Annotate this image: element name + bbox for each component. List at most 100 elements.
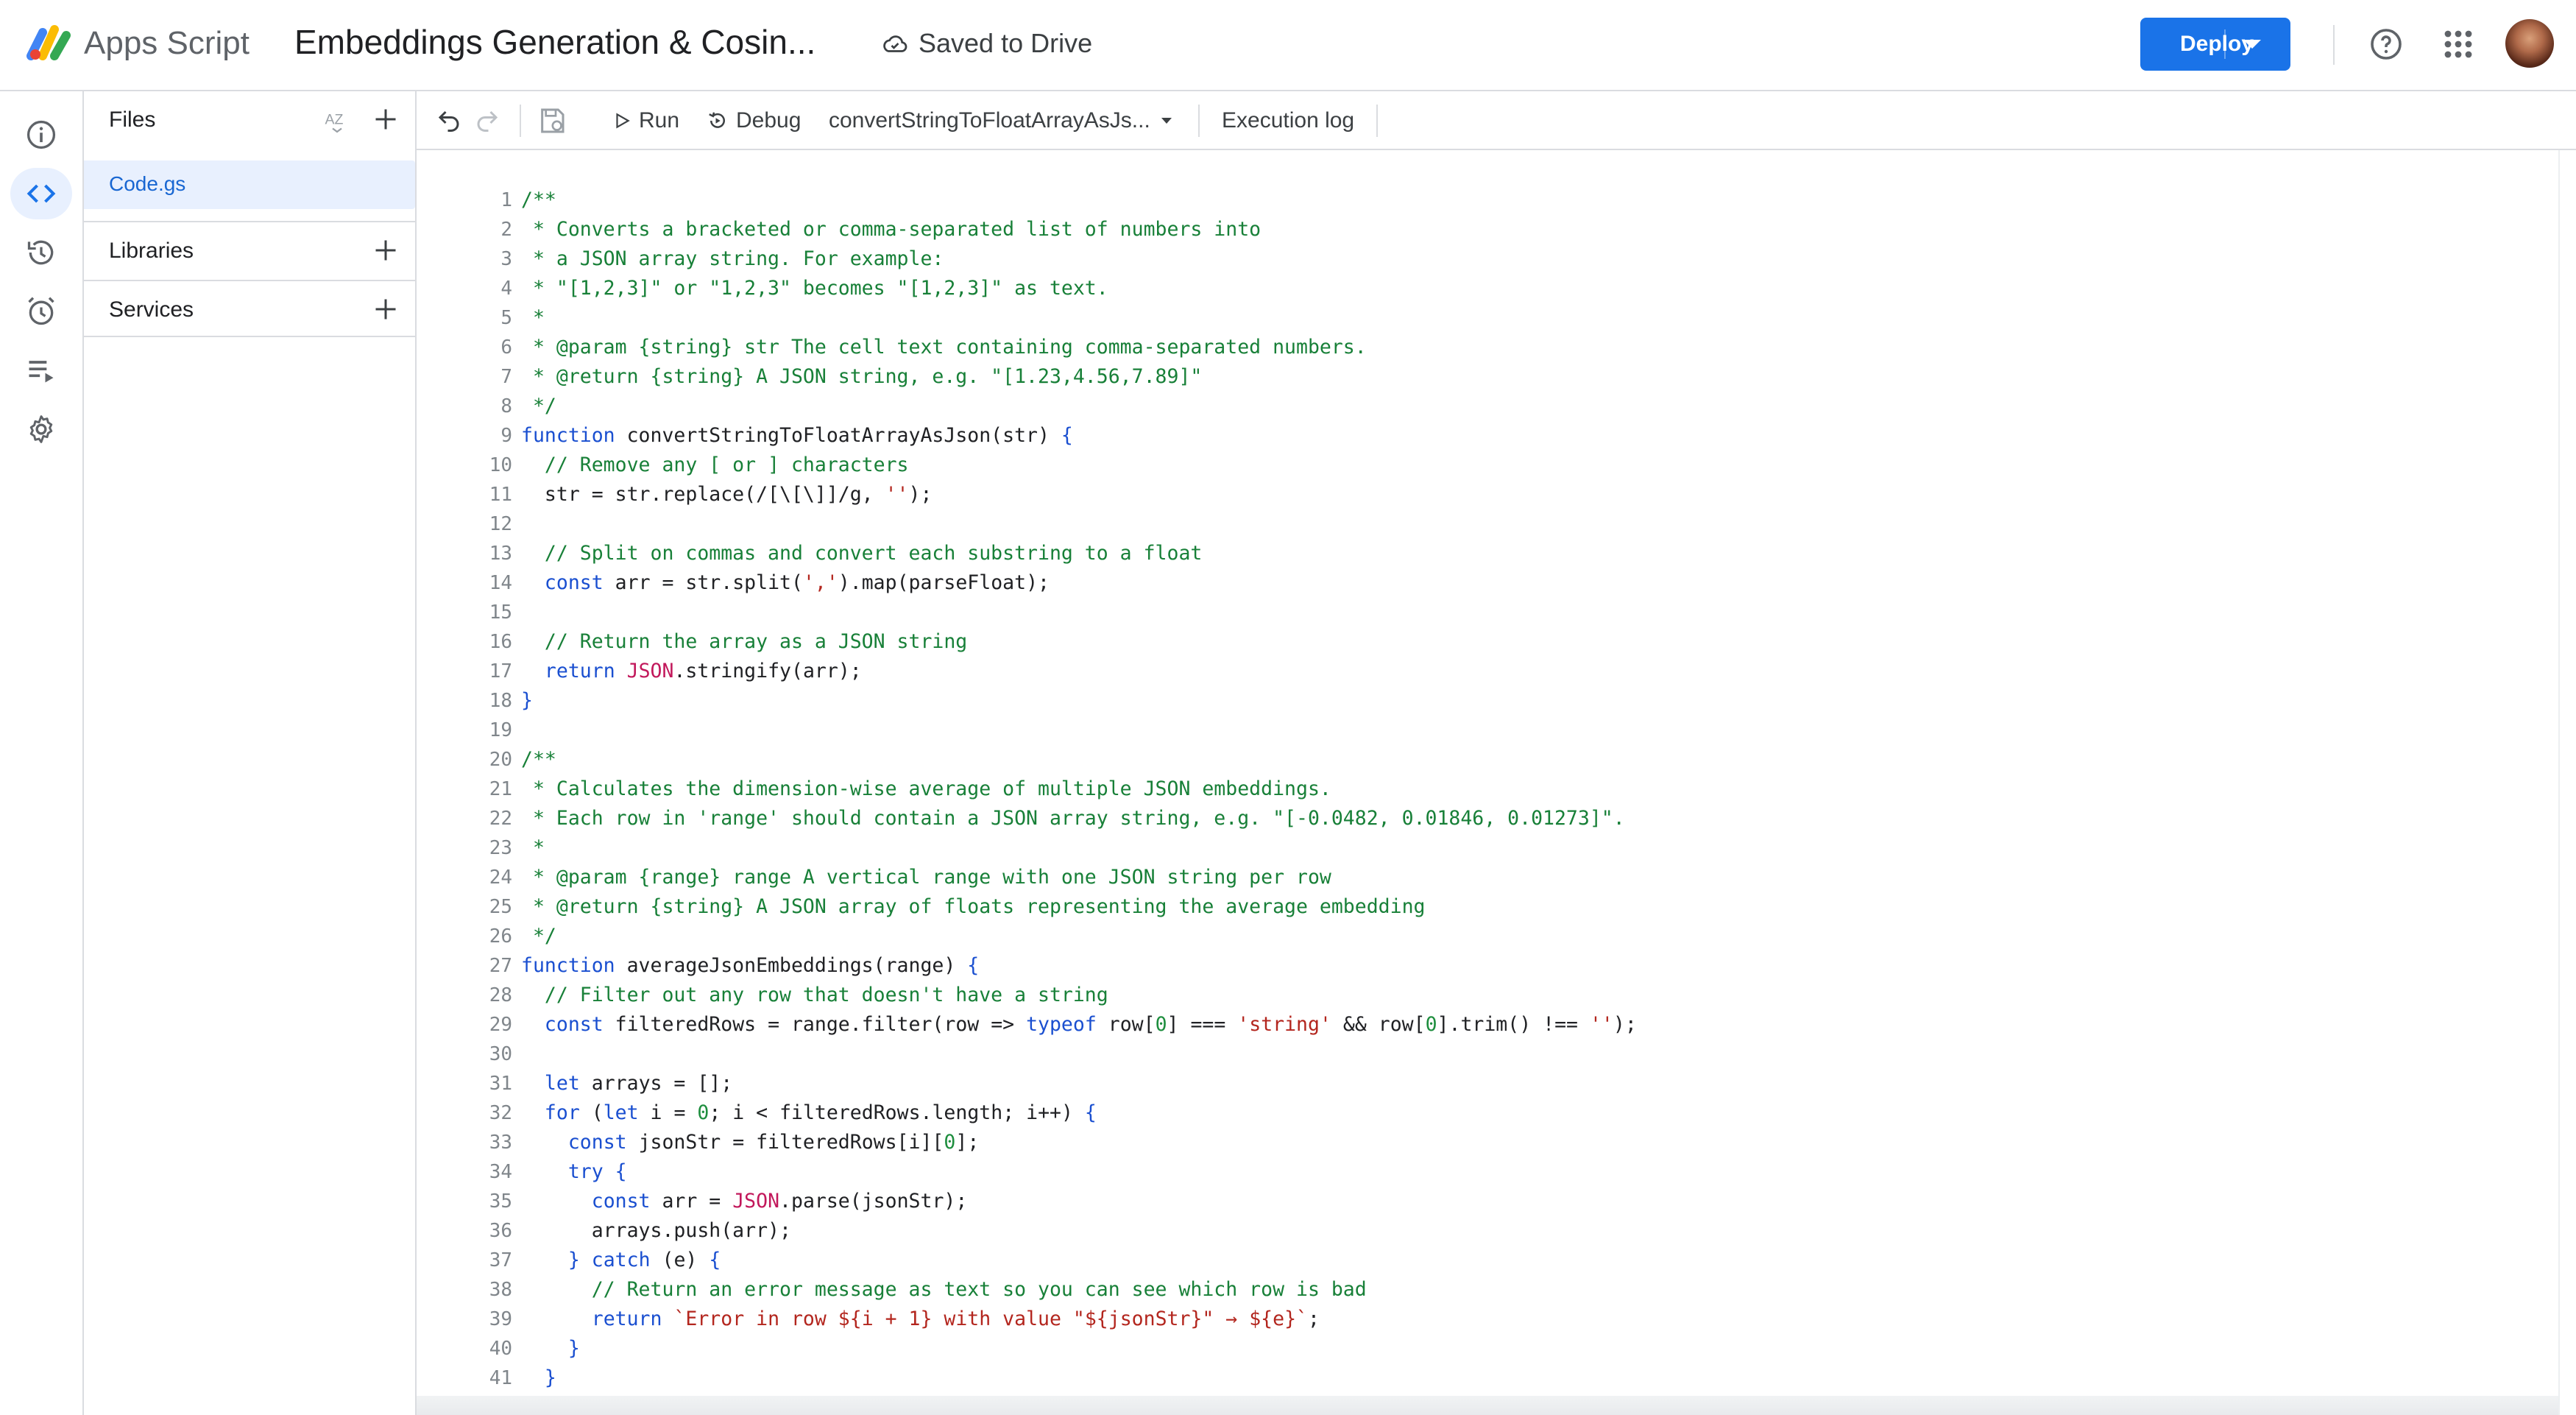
code-line[interactable] — [521, 1040, 2552, 1069]
history-icon — [27, 240, 54, 265]
code-line[interactable]: * @return {string} A JSON array of float… — [521, 892, 2552, 922]
code-line[interactable]: */ — [521, 922, 2552, 951]
file-item-code-gs[interactable]: Code.gs — [84, 160, 415, 209]
code-line[interactable]: return JSON.stringify(arr); — [521, 657, 2552, 686]
apps-script-logo-icon[interactable] — [26, 22, 74, 63]
save-icon[interactable] — [537, 105, 567, 137]
help-icon[interactable] — [2368, 27, 2404, 62]
chevron-down-icon — [1161, 118, 1172, 124]
code-line[interactable]: * @return {string} A JSON string, e.g. "… — [521, 362, 2552, 392]
line-number: 8 — [500, 395, 512, 417]
code-line[interactable]: for (let i = 0; i < filteredRows.length;… — [521, 1098, 2552, 1128]
line-number: 35 — [489, 1190, 512, 1213]
line-number: 36 — [489, 1220, 512, 1242]
executions-list-icon — [29, 361, 54, 383]
project-title[interactable]: Embeddings Generation & Cosin... — [294, 22, 815, 62]
line-number: 33 — [489, 1132, 512, 1154]
overview-nav-button[interactable] — [10, 109, 72, 160]
svg-text:AZ: AZ — [325, 112, 344, 128]
toolbar-divider — [1376, 105, 1378, 137]
function-selector[interactable]: convertStringToFloatArrayAsJs... — [829, 105, 1175, 137]
line-number: 18 — [489, 690, 512, 712]
line-number: 29 — [489, 1014, 512, 1036]
add-library-icon[interactable] — [372, 237, 399, 264]
editor-toolbar: Run Debug convertStringToFloatArrayAsJs.… — [417, 91, 2576, 150]
code-line[interactable]: * "[1,2,3]" or "1,2,3" becomes "[1,2,3]"… — [521, 274, 2552, 303]
code-line[interactable]: * — [521, 833, 2552, 863]
files-panel: Files AZ Code.gs Libraries Services — [84, 91, 417, 1415]
app-name[interactable]: Apps Script — [84, 25, 250, 62]
run-button[interactable]: Run — [612, 105, 679, 137]
libraries-section: Libraries — [84, 221, 415, 278]
code-line[interactable]: function averageJsonEmbeddings(range) { — [521, 951, 2552, 981]
undo-icon[interactable] — [436, 105, 462, 137]
debug-button[interactable]: Debug — [707, 105, 801, 137]
execution-log-button[interactable]: Execution log — [1222, 105, 1354, 137]
code-line[interactable]: } catch (e) { — [521, 1246, 2552, 1275]
editor-nav-button[interactable] — [10, 168, 72, 219]
code-line[interactable]: * — [521, 303, 2552, 333]
code-line[interactable] — [521, 509, 2552, 539]
top-bar: Apps Script Embeddings Generation & Cosi… — [0, 0, 2576, 91]
code-line[interactable] — [521, 598, 2552, 627]
sort-az-icon[interactable]: AZ — [324, 107, 355, 134]
code-line[interactable]: function convertStringToFloatArrayAsJson… — [521, 421, 2552, 451]
save-status-label: Saved to Drive — [919, 28, 1093, 58]
files-header: Files AZ — [84, 91, 415, 149]
apps-grid-icon[interactable] — [2441, 27, 2476, 62]
avatar[interactable] — [2505, 19, 2554, 68]
code-line[interactable]: try { — [521, 1157, 2552, 1187]
code-line[interactable]: /** — [521, 745, 2552, 774]
run-label: Run — [639, 108, 680, 133]
code-line[interactable]: * a JSON array string. For example: — [521, 244, 2552, 274]
code-line[interactable]: // Split on commas and convert each subs… — [521, 539, 2552, 568]
files-title: Files — [109, 107, 156, 132]
code-line[interactable] — [521, 716, 2552, 745]
code-line[interactable]: } — [521, 686, 2552, 716]
line-number: 4 — [500, 278, 512, 300]
code-line[interactable]: let arrays = []; — [521, 1069, 2552, 1098]
redo-icon[interactable] — [474, 105, 500, 137]
line-number: 30 — [489, 1043, 512, 1065]
code-editor[interactable]: 1 2 3 4 5 6 7 8 9 10 11 12 13 14 15 16 17 18 19 20 21 22 23 24 2… — [417, 150, 2558, 1415]
line-number: 41 — [489, 1367, 512, 1389]
code-line[interactable]: // Remove any [ or ] characters — [521, 451, 2552, 480]
code-line[interactable]: } — [521, 1363, 2552, 1393]
code-line[interactable]: // Filter out any row that doesn't have … — [521, 981, 2552, 1010]
code-line[interactable]: * Calculates the dimension-wise average … — [521, 774, 2552, 804]
code-line[interactable]: return `Error in row ${i + 1} with value… — [521, 1305, 2552, 1334]
code-line[interactable]: * Converts a bracketed or comma-separate… — [521, 215, 2552, 244]
line-number: 19 — [489, 719, 512, 741]
line-number: 21 — [489, 778, 512, 800]
code-line[interactable]: // Return an error message as text so yo… — [521, 1275, 2552, 1305]
code-line[interactable]: * Each row in 'range' should contain a J… — [521, 804, 2552, 833]
code-line[interactable]: str = str.replace(/[\[\]]/g, ''); — [521, 480, 2552, 509]
code-line[interactable]: */ — [521, 392, 2552, 421]
triggers-history-nav-button[interactable] — [10, 227, 72, 278]
code-line[interactable]: const arr = JSON.parse(jsonStr); — [521, 1187, 2552, 1216]
sections-divider — [84, 336, 415, 337]
code-line[interactable]: * @param {string} str The cell text cont… — [521, 333, 2552, 362]
deploy-button[interactable]: Deploy — [2140, 18, 2290, 71]
gear-icon — [29, 415, 53, 443]
code-line[interactable]: } — [521, 1334, 2552, 1363]
add-service-icon[interactable] — [372, 296, 399, 322]
triggers-nav-button[interactable] — [10, 286, 72, 337]
code-text-area[interactable]: /** * Converts a bracketed or comma-sepa… — [521, 186, 2552, 1415]
code-line[interactable]: /** — [521, 186, 2552, 215]
deploy-dropdown-icon[interactable] — [2243, 40, 2261, 49]
add-file-icon[interactable] — [372, 106, 399, 133]
executions-nav-button[interactable] — [10, 345, 72, 396]
line-number: 14 — [489, 572, 512, 594]
save-status: Saved to Drive — [882, 28, 1092, 59]
code-line[interactable]: const filteredRows = range.filter(row =>… — [521, 1010, 2552, 1040]
settings-nav-button[interactable] — [10, 403, 72, 455]
code-line[interactable]: const arr = str.split(',').map(parseFloa… — [521, 568, 2552, 598]
code-line[interactable]: // Return the array as a JSON string — [521, 627, 2552, 657]
editor-scrollbar[interactable] — [2558, 150, 2576, 1415]
code-line[interactable]: arrays.push(arr); — [521, 1216, 2552, 1246]
code-line[interactable]: * @param {range} range A vertical range … — [521, 863, 2552, 892]
line-number: 10 — [489, 454, 512, 476]
code-line[interactable]: const jsonStr = filteredRows[i][0]; — [521, 1128, 2552, 1157]
left-nav-rail — [0, 91, 84, 1415]
